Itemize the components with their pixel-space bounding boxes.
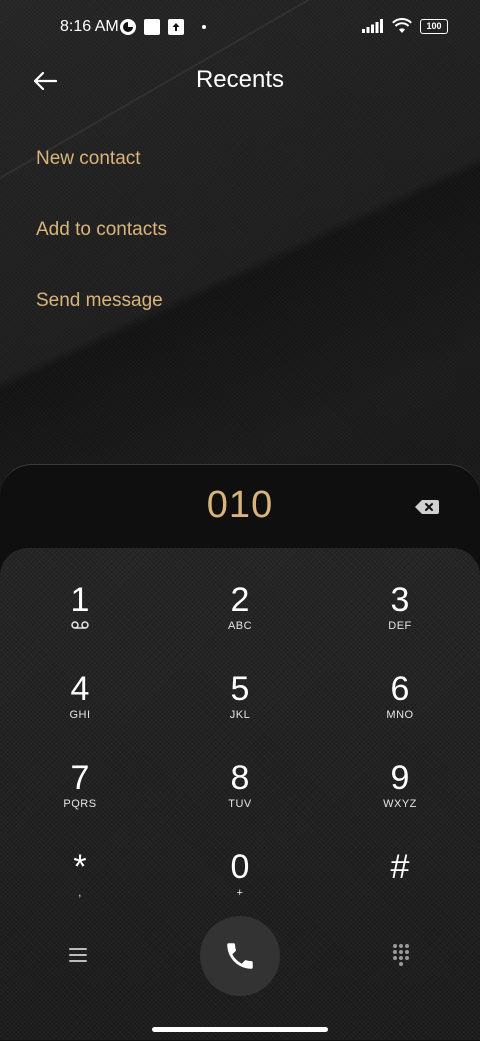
more-notifications-dot xyxy=(202,25,206,29)
key-digit: 4 xyxy=(70,670,90,708)
key-5[interactable]: 5 JKL xyxy=(180,671,300,751)
key-hash[interactable]: # xyxy=(340,849,460,929)
key-letters: PQRS xyxy=(63,798,97,810)
key-digit: 3 xyxy=(390,581,410,619)
key-1[interactable]: 1 xyxy=(20,582,140,662)
key-digit: 1 xyxy=(70,581,90,619)
status-system-icons: 100 xyxy=(362,18,448,34)
dialpad-toggle-button[interactable] xyxy=(392,943,410,972)
key-4[interactable]: 4 GHI xyxy=(20,671,140,751)
call-button[interactable] xyxy=(200,916,280,996)
key-letters: TUV xyxy=(228,798,252,810)
notification-app-icon xyxy=(120,19,136,35)
backspace-icon xyxy=(415,500,439,514)
home-indicator[interactable] xyxy=(152,1027,328,1032)
key-digit: 0 xyxy=(230,848,250,886)
key-2[interactable]: 2 ABC xyxy=(180,582,300,662)
phone-icon xyxy=(227,943,253,969)
key-digit: 5 xyxy=(230,670,250,708)
key-digit: 2 xyxy=(230,581,250,619)
key-digit: 9 xyxy=(390,759,410,797)
wifi-icon xyxy=(392,18,412,33)
dialed-number: 010 xyxy=(206,484,274,526)
battery-indicator: 100 xyxy=(420,18,448,34)
send-message-option[interactable]: Send message xyxy=(36,290,163,312)
key-letters: DEF xyxy=(388,620,412,632)
key-8[interactable]: 8 TUV xyxy=(180,760,300,840)
key-letters: MNO xyxy=(386,709,414,721)
key-letters: GHI xyxy=(69,709,91,721)
new-contact-option[interactable]: New contact xyxy=(36,148,141,170)
dialpad-icon xyxy=(393,944,409,966)
hamburger-menu-icon xyxy=(69,948,87,962)
status-bar: 8:16 AM 100 xyxy=(0,0,480,56)
status-time: 8:16 AM xyxy=(60,18,119,35)
key-9[interactable]: 9 WXYZ xyxy=(340,760,460,840)
signal-icon xyxy=(362,19,383,33)
key-digit: 6 xyxy=(390,670,410,708)
key-6[interactable]: 6 MNO xyxy=(340,671,460,751)
key-letters: JKL xyxy=(229,709,251,721)
key-letters: WXYZ xyxy=(383,798,417,810)
key-digit: # xyxy=(390,848,410,886)
key-letters: , xyxy=(78,887,82,899)
key-7[interactable]: 7 PQRS xyxy=(20,760,140,840)
add-to-contacts-option[interactable]: Add to contacts xyxy=(36,219,167,241)
status-notification-icons xyxy=(120,19,206,35)
key-digit: 8 xyxy=(230,759,250,797)
voicemail-icon xyxy=(20,620,140,633)
page-title: Recents xyxy=(195,66,285,93)
key-3[interactable]: 3 DEF xyxy=(340,582,460,662)
key-letters: ABC xyxy=(227,620,253,632)
key-digit: * xyxy=(73,848,87,886)
notification-square-icon xyxy=(144,19,160,35)
backspace-button[interactable] xyxy=(414,497,440,517)
key-star[interactable]: * , xyxy=(20,849,140,929)
menu-button[interactable] xyxy=(68,946,88,969)
key-digit: 7 xyxy=(70,759,90,797)
upload-icon xyxy=(168,19,184,35)
key-letters: + xyxy=(236,887,244,899)
